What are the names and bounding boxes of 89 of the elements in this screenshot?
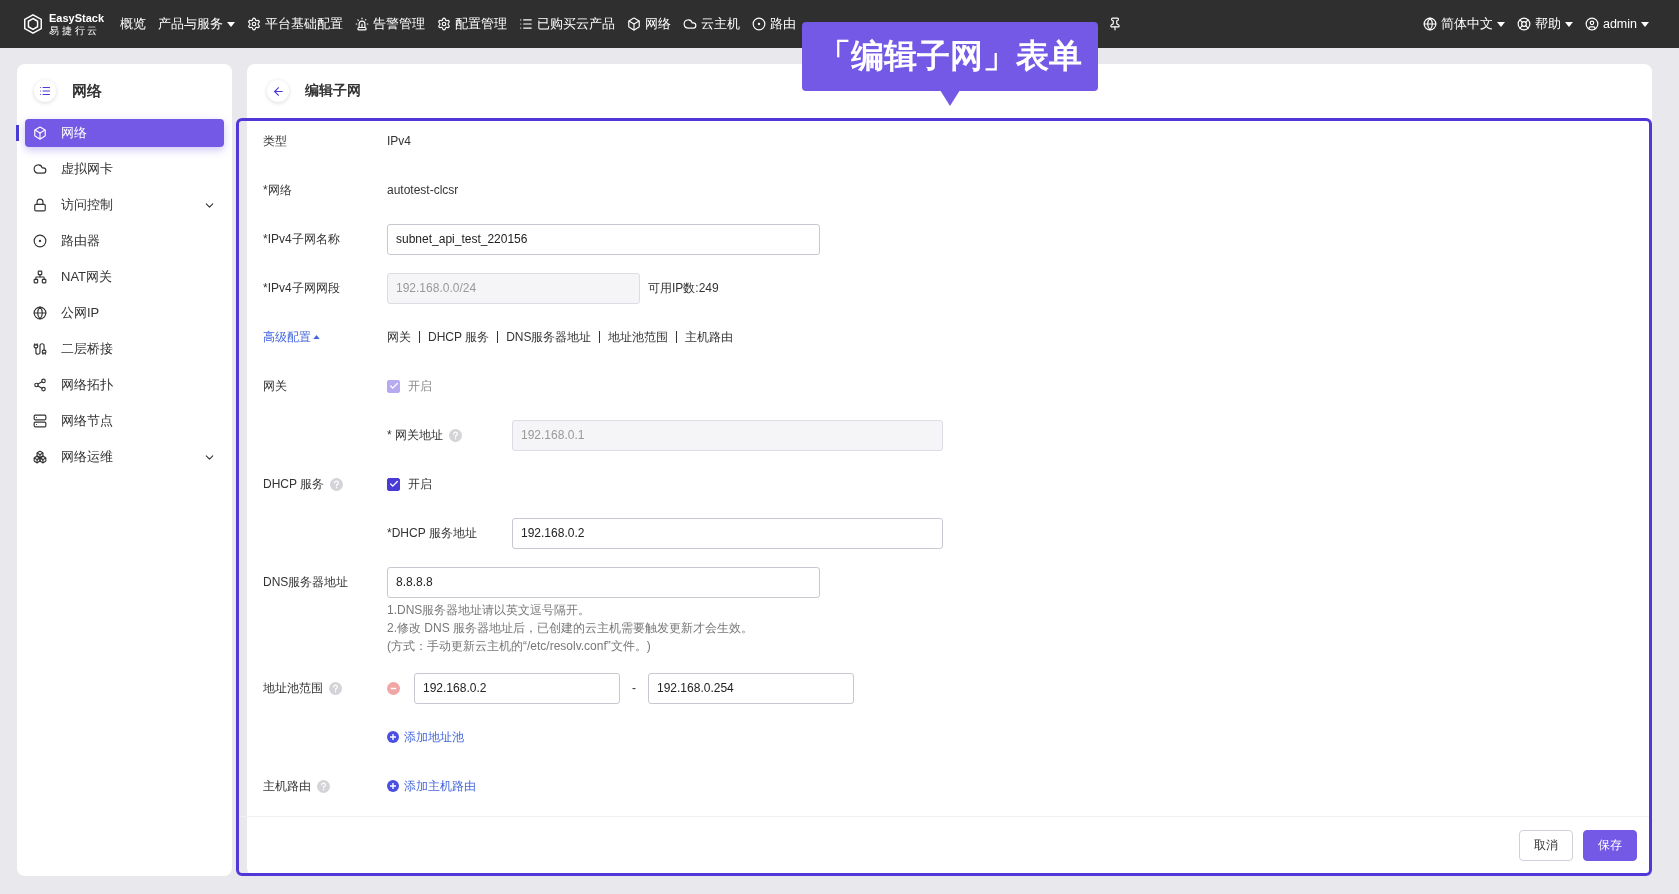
field-label: 类型: [263, 132, 287, 150]
available-ip-count: 可用IP数:249: [648, 279, 719, 297]
plus-icon: [387, 780, 399, 792]
hint-text: (方式：手动更新云主机的“/etc/resolv.conf”文件。): [387, 638, 652, 655]
globe-icon: [33, 306, 47, 320]
network-icon: [33, 270, 47, 284]
pin-icon[interactable]: [1108, 17, 1123, 31]
lifebuoy-icon[interactable]: [1516, 17, 1531, 31]
nav-link[interactable]: 路由: [770, 15, 797, 33]
field-label: 网关: [263, 377, 287, 395]
nav-link[interactable]: 已购买云产品: [537, 15, 616, 33]
field-value: autotest-clcsr: [387, 183, 459, 197]
hint-text: 1.DNS服务器地址请以英文逗号隔开。: [387, 602, 592, 619]
text-field[interactable]: 192.168.0.2: [414, 672, 620, 704]
hint-text: 2.修改 DNS 服务器地址后，已创建的云主机需要触发更新才会生效。: [387, 620, 754, 637]
cube-icon[interactable]: [627, 17, 642, 31]
page-title: 编辑子网: [305, 82, 361, 100]
checkbox-label: 开启: [408, 377, 432, 395]
nav-link[interactable]: 配置管理: [455, 15, 508, 33]
plus-icon: [387, 731, 399, 743]
field-label: * 网关地址: [387, 426, 443, 444]
nav-link[interactable]: 帮助: [1534, 15, 1561, 33]
cloud-icon[interactable]: [683, 17, 698, 31]
field-value: IPv4: [387, 134, 411, 148]
cloud-icon: [33, 162, 47, 176]
nav-link[interactable]: admin: [1602, 17, 1637, 31]
field-label: 主机路由: [263, 777, 311, 795]
logo-name: EasyStack: [49, 12, 105, 24]
add-link[interactable]: 添加地址池: [387, 728, 464, 746]
pointer-icon: [940, 90, 960, 106]
arrow-left-icon: [271, 84, 285, 98]
field-label: *IPv4子网名称: [263, 230, 340, 248]
sidebar-item[interactable]: 网络拓扑: [25, 371, 224, 399]
nav-link[interactable]: 概览: [120, 15, 147, 33]
checkbox-label: 开启: [408, 475, 432, 493]
nav-link[interactable]: 产品与服务: [158, 15, 224, 33]
field-label: *网络: [263, 181, 292, 199]
section-link[interactable]: 地址池范围: [599, 331, 677, 343]
lock-icon: [33, 198, 47, 212]
sidebar-item[interactable]: 虚拟网卡: [25, 155, 224, 183]
add-link[interactable]: 添加主机路由: [387, 777, 476, 795]
gear-icon[interactable]: [247, 17, 262, 31]
text-field[interactable]: 192.168.0.254: [648, 672, 854, 704]
nav-link[interactable]: 云主机: [701, 15, 741, 33]
range-separator: -: [632, 681, 636, 695]
field-label: DHCP 服务: [263, 475, 325, 493]
sidebar-item[interactable]: 网络节点: [25, 407, 224, 435]
logo-tagline: 易 捷 行 云: [49, 25, 99, 36]
cube-icon: [33, 126, 47, 140]
siren-icon[interactable]: [355, 17, 370, 31]
sidebar-title: 网络: [72, 81, 102, 101]
sidebar-item[interactable]: NAT网关: [25, 263, 224, 291]
sidebar-item[interactable]: 访问控制: [25, 191, 224, 219]
field-label: DNS服务器地址: [263, 573, 349, 591]
checkbox[interactable]: [387, 477, 400, 491]
nav-link[interactable]: 告警管理: [373, 15, 426, 33]
logo-icon: [22, 13, 44, 35]
circle-icon: [33, 234, 47, 248]
nav-link[interactable]: 平台基础配置: [265, 15, 344, 33]
sidebar-item[interactable]: 路由器: [25, 227, 224, 255]
section-link[interactable]: DHCP 服务: [419, 331, 498, 343]
sidebar-item[interactable]: 二层桥接: [25, 335, 224, 363]
section-link[interactable]: DNS服务器地址: [497, 331, 600, 343]
advanced-settings-link[interactable]: 高级配置: [263, 328, 320, 346]
text-field[interactable]: subnet_api_test_220156: [387, 223, 820, 255]
primary-button[interactable]: 保存: [1583, 829, 1637, 861]
sidebar-item[interactable]: 网络运维: [25, 443, 224, 471]
user-icon[interactable]: [1584, 17, 1599, 31]
text-field[interactable]: 8.8.8.8: [387, 566, 820, 598]
section-link[interactable]: 网关: [387, 331, 419, 343]
field-label: 地址池范围: [263, 679, 323, 697]
nav-link[interactable]: 网络: [645, 15, 672, 33]
globe-icon[interactable]: [1422, 17, 1437, 31]
text-field[interactable]: 192.168.0.2: [512, 517, 943, 549]
callout-label: 「编辑子网」表单: [802, 22, 1098, 91]
list-icon[interactable]: [519, 17, 534, 31]
circle-icon[interactable]: [752, 17, 767, 31]
sidebar-item[interactable]: 公网IP: [25, 299, 224, 327]
field-label: *DHCP 服务地址: [387, 524, 477, 542]
cable-icon: [33, 342, 47, 356]
share-icon: [33, 378, 47, 392]
section-link[interactable]: 主机路由: [676, 331, 742, 343]
list-icon: [39, 85, 51, 97]
field-label: *IPv4子网网段: [263, 279, 340, 297]
server-icon: [33, 414, 47, 428]
nav-link[interactable]: 简体中文: [1440, 15, 1493, 33]
cubes-icon: [33, 450, 47, 464]
gear-icon[interactable]: [437, 17, 452, 31]
secondary-button[interactable]: 取消: [1519, 829, 1573, 861]
